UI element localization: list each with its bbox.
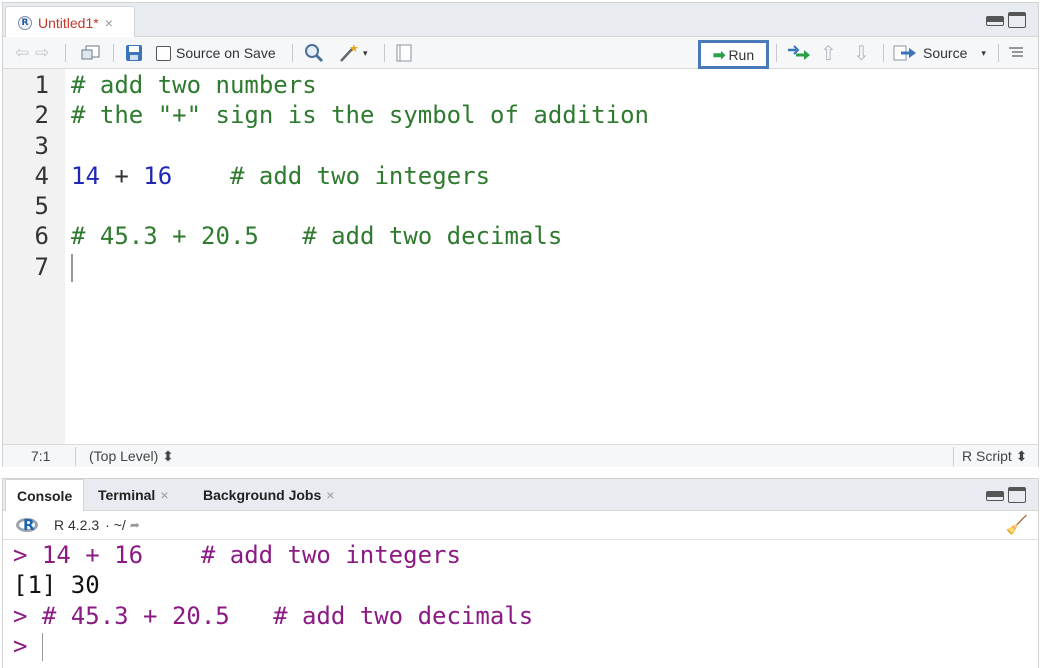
minimize-icon[interactable] <box>986 16 1004 26</box>
line-number: 1 <box>34 71 49 99</box>
code-token: 16 <box>143 161 173 190</box>
code-line[interactable] <box>71 191 1031 221</box>
editor-tabbar: R Untitled1* × <box>3 3 1038 38</box>
checkbox-icon[interactable] <box>156 45 171 61</box>
line-number: 2 <box>34 101 49 130</box>
console-line: > # 45.3 + 20.5 # add two decimals <box>13 601 1033 631</box>
code-token: # add two numbers <box>71 71 317 99</box>
tab-title: Untitled1* <box>38 14 99 31</box>
console-text: > <box>13 631 42 660</box>
line-number: 5 <box>34 192 49 221</box>
magic-wand-icon[interactable]: ▾ <box>338 41 368 65</box>
text-cursor <box>71 253 73 282</box>
close-tab-icon[interactable]: × <box>105 15 113 31</box>
rerun-icon[interactable] <box>786 41 812 65</box>
tab-background-jobs[interactable]: Background Jobs × <box>203 479 334 511</box>
tab-untitled1[interactable]: R Untitled1* × <box>5 6 135 38</box>
working-directory[interactable]: · ~/ <box>105 517 126 533</box>
save-icon[interactable] <box>125 41 143 65</box>
editor-pane: R Untitled1* × ⇦ ⇨ Source on Save ▾ ➡ Ru… <box>2 2 1039 467</box>
search-icon[interactable] <box>304 41 324 65</box>
close-background-jobs-icon[interactable]: × <box>326 487 334 503</box>
minimize-icon[interactable] <box>986 491 1004 501</box>
line-numbers: 1234567 <box>3 70 49 282</box>
source-label: Source <box>923 45 968 61</box>
code-line[interactable]: 14 + 16 # add two integers <box>71 161 1031 191</box>
show-in-window-icon[interactable] <box>81 41 101 65</box>
r-logo-icon: R <box>16 516 38 534</box>
code-token: # add two integers <box>172 161 491 190</box>
code-line[interactable]: # 45.3 + 20.5 # add two decimals <box>71 221 1031 251</box>
console-info-bar: R R 4.2.3 · ~/ ➦ 🧹 <box>3 511 1038 540</box>
close-terminal-icon[interactable]: × <box>160 487 168 503</box>
editor-statusbar: 7:1 (Top Level) ⬍ R Script ⬍ <box>3 444 1038 467</box>
console-text: > 14 + 16 # add two integers <box>13 541 461 569</box>
forward-icon[interactable]: ⇨ <box>35 41 49 65</box>
line-number: 3 <box>34 131 49 160</box>
source-on-save-label: Source on Save <box>176 45 276 61</box>
maximize-icon[interactable] <box>1008 487 1026 503</box>
code-editor[interactable]: # add two numbers # the "+" sign is the s… <box>71 70 1031 282</box>
code-token: + <box>99 161 144 190</box>
cursor-position: 7:1 <box>31 448 51 464</box>
scope-selector[interactable]: (Top Level) ⬍ <box>89 448 174 465</box>
r-file-icon: R <box>18 15 32 30</box>
run-label: Run <box>728 46 755 63</box>
r-version: R 4.2.3 <box>54 517 100 533</box>
code-line[interactable] <box>71 131 1031 161</box>
editor-window-controls <box>986 12 1026 28</box>
console-output[interactable]: > 14 + 16 # add two integers [1] 30 > # 45… <box>13 540 1033 661</box>
maximize-icon[interactable] <box>1008 12 1026 28</box>
tab-background-jobs-label: Background Jobs <box>203 487 322 503</box>
console-line: > 14 + 16 # add two integers <box>13 540 1033 570</box>
code-line[interactable] <box>71 252 1031 282</box>
tab-console[interactable]: Console <box>5 479 85 511</box>
go-to-directory-icon[interactable]: ➦ <box>130 518 140 532</box>
run-arrow-icon: ➡ <box>712 46 726 64</box>
editor-toolbar: ⇦ ⇨ Source on Save ▾ ➡ Run ⇧ ⇩ Source ▾ <box>3 37 1038 69</box>
code-line[interactable]: # the "+" sign is the symbol of addition <box>71 100 1031 130</box>
tab-console-label: Console <box>17 487 73 504</box>
source-on-save-checkbox[interactable]: Source on Save <box>156 41 276 65</box>
code-token: # the "+" sign is the symbol of addition <box>71 101 649 130</box>
code-token: # 45.3 + 20.5 # add two decimals <box>71 222 563 251</box>
console-text: > # 45.3 + 20.5 # add two decimals <box>13 601 534 630</box>
source-button[interactable]: Source ▾ <box>893 41 986 65</box>
line-number: 4 <box>34 161 49 190</box>
line-number: 7 <box>34 252 49 281</box>
console-text: [1] 30 <box>13 571 100 600</box>
line-number: 6 <box>34 222 49 251</box>
tab-terminal-label: Terminal <box>98 487 156 503</box>
run-button[interactable]: ➡ Run <box>698 40 769 69</box>
up-icon[interactable]: ⇧ <box>820 41 837 65</box>
broom-icon[interactable]: 🧹 <box>1006 515 1028 536</box>
console-window-controls <box>986 487 1026 503</box>
back-icon[interactable]: ⇦ <box>15 41 29 65</box>
outline-icon[interactable] <box>1008 41 1024 65</box>
console-line: [1] 30 <box>13 570 1033 600</box>
source-dropdown-icon[interactable]: ▾ <box>981 48 986 59</box>
console-line: > <box>13 631 1033 661</box>
down-icon[interactable]: ⇩ <box>853 41 870 65</box>
code-token: 14 <box>71 161 100 190</box>
console-cursor <box>41 632 44 661</box>
line-number-gutter: 1234567 <box>3 69 65 444</box>
compile-report-icon[interactable] <box>395 41 413 65</box>
code-line[interactable]: # add two numbers <box>71 70 1031 100</box>
console-tabbar: Console Terminal × Background Jobs × <box>3 479 1038 511</box>
console-pane: Console Terminal × Background Jobs × R R… <box>2 478 1039 668</box>
tab-terminal[interactable]: Terminal × <box>98 479 169 511</box>
file-type-selector[interactable]: R Script ⬍ <box>962 448 1027 465</box>
